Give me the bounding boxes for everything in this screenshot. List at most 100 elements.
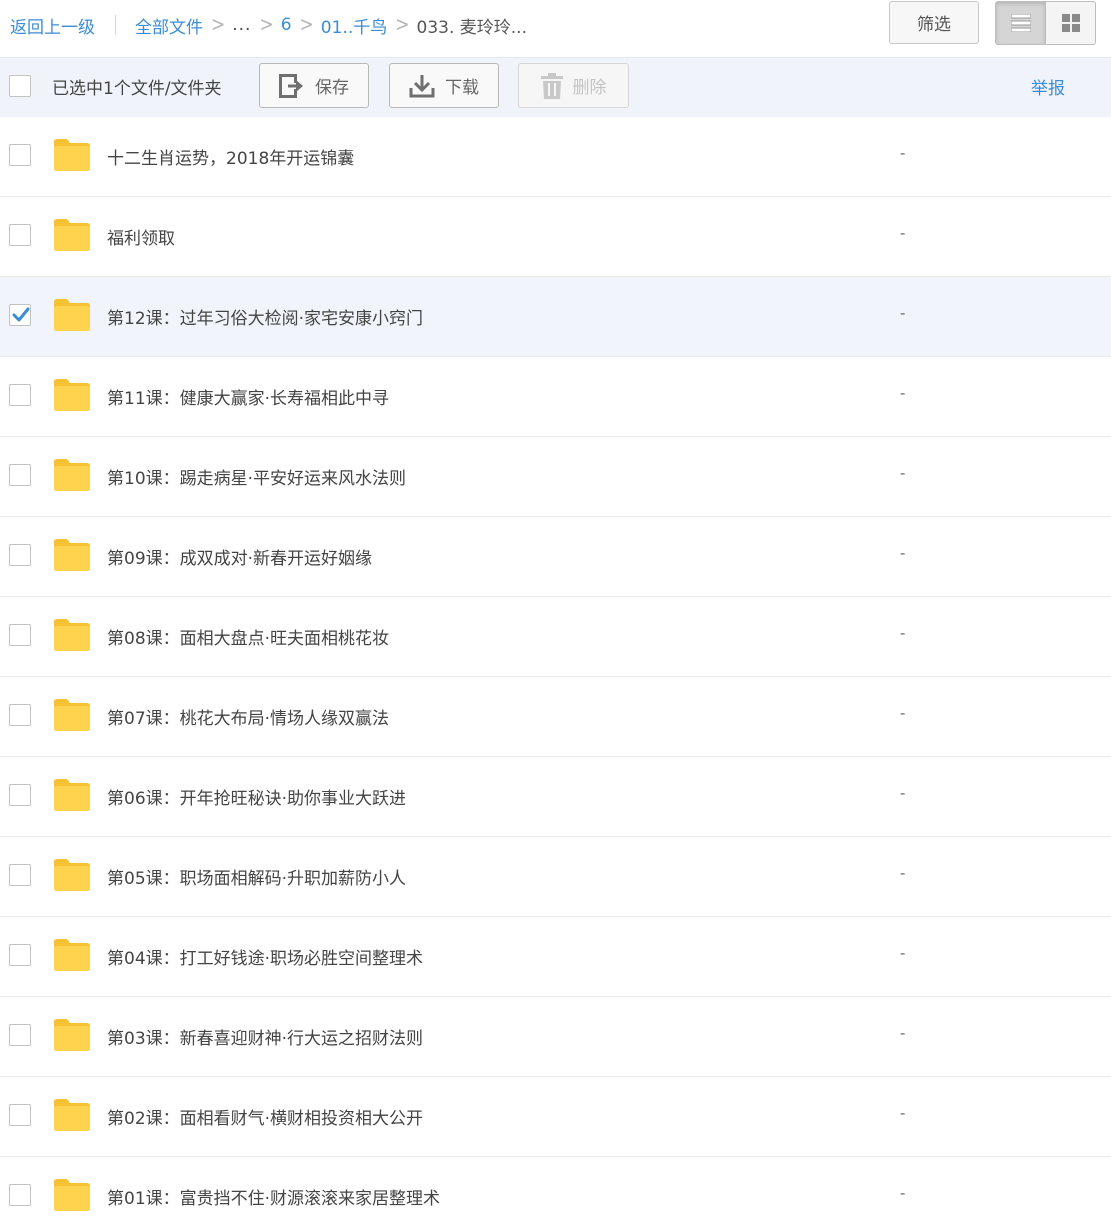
filter-button[interactable]: 筛选 bbox=[889, 1, 979, 44]
chevron-right-icon: > bbox=[395, 13, 410, 37]
delete-label: 删除 bbox=[572, 78, 607, 98]
trash-icon bbox=[540, 72, 563, 99]
breadcrumb-divider bbox=[115, 15, 116, 35]
row-checkbox[interactable] bbox=[9, 544, 31, 566]
row-checkbox[interactable] bbox=[9, 1024, 31, 1046]
list-view-button[interactable] bbox=[996, 2, 1046, 44]
row-checkbox[interactable] bbox=[9, 864, 31, 886]
back-link[interactable]: 返回上一级 bbox=[10, 13, 95, 38]
row-checkbox[interactable] bbox=[9, 144, 31, 166]
chevron-right-icon: > bbox=[299, 13, 314, 37]
folder-icon bbox=[54, 619, 90, 651]
chevron-right-icon: > bbox=[211, 13, 226, 37]
breadcrumb-current: 033. 麦玲玲... bbox=[416, 17, 527, 38]
file-name[interactable]: 第11课：健康大赢家·长寿福相此中寻 bbox=[107, 384, 389, 409]
row-checkbox[interactable] bbox=[9, 704, 31, 726]
file-name[interactable]: 第10课：踢走病星·平安好运来风水法则 bbox=[107, 464, 406, 489]
file-row[interactable]: 第11课：健康大赢家·长寿福相此中寻 - bbox=[0, 357, 1111, 437]
breadcrumb-bar: 返回上一级 全部文件 > ... > 6 > 01..千鸟 > 033. 麦玲玲… bbox=[0, 0, 1111, 57]
file-row[interactable]: 第08课：面相大盘点·旺夫面相桃花妆 - bbox=[0, 597, 1111, 677]
file-size: - bbox=[900, 544, 906, 562]
file-row[interactable]: 第10课：踢走病星·平安好运来风水法则 - bbox=[0, 437, 1111, 517]
row-checkbox[interactable] bbox=[9, 464, 31, 486]
folder-icon bbox=[54, 779, 90, 811]
row-checkbox[interactable] bbox=[9, 1104, 31, 1126]
file-name[interactable]: 第07课：桃花大布局·情场人缘双赢法 bbox=[107, 704, 389, 729]
file-row[interactable]: 第03课：新春喜迎财神·行大运之招财法则 - bbox=[0, 997, 1111, 1077]
save-label: 保存 bbox=[315, 78, 349, 98]
file-row[interactable]: 第09课：成双成对·新春开运好姻缘 - bbox=[0, 517, 1111, 597]
file-name[interactable]: 十二生肖运势，2018年开运锦囊 bbox=[107, 144, 354, 169]
save-icon bbox=[279, 73, 303, 98]
download-button[interactable]: 下载 bbox=[389, 63, 499, 108]
file-name[interactable]: 第01课：富贵挡不住·财源滚滚来家居整理术 bbox=[107, 1184, 440, 1209]
row-checkbox[interactable] bbox=[9, 224, 31, 246]
file-size: - bbox=[900, 224, 906, 242]
file-row[interactable]: 第12课：过年习俗大检阅·家宅安康小窍门 - bbox=[0, 277, 1111, 357]
file-size: - bbox=[900, 1104, 906, 1122]
file-name[interactable]: 第09课：成双成对·新春开运好姻缘 bbox=[107, 544, 372, 569]
file-row[interactable]: 第06课：开年抢旺秘诀·助你事业大跃进 - bbox=[0, 757, 1111, 837]
select-all-checkbox[interactable] bbox=[9, 75, 31, 97]
folder-icon bbox=[54, 539, 90, 571]
file-name[interactable]: 第04课：打工好钱途·职场必胜空间整理术 bbox=[107, 944, 423, 969]
file-size: - bbox=[900, 384, 906, 402]
folder-icon bbox=[54, 1099, 90, 1131]
save-button[interactable]: 保存 bbox=[259, 63, 369, 108]
file-size: - bbox=[900, 784, 906, 802]
file-row[interactable]: 第04课：打工好钱途·职场必胜空间整理术 - bbox=[0, 917, 1111, 997]
list-view-icon bbox=[1010, 14, 1031, 32]
file-row[interactable]: 第02课：面相看财气·横财相投资相大公开 - bbox=[0, 1077, 1111, 1157]
file-size: - bbox=[900, 944, 906, 962]
breadcrumb-ellipsis[interactable]: ... bbox=[232, 15, 251, 35]
file-row[interactable]: 第05课：职场面相解码·升职加薪防小人 - bbox=[0, 837, 1111, 917]
folder-icon bbox=[54, 379, 90, 411]
action-toolbar: 已选中1个文件/文件夹 保存 下载 删除 举报 bbox=[0, 57, 1111, 117]
file-list: 十二生肖运势，2018年开运锦囊 - 福利领取 - 第12课：过年习俗大检阅·家宅安康小… bbox=[0, 117, 1111, 1216]
breadcrumb-all-files[interactable]: 全部文件 bbox=[135, 13, 203, 38]
report-link[interactable]: 举报 bbox=[1031, 74, 1065, 99]
folder-icon bbox=[54, 299, 90, 331]
file-row[interactable]: 十二生肖运势，2018年开运锦囊 - bbox=[0, 117, 1111, 197]
file-name[interactable]: 第02课：面相看财气·横财相投资相大公开 bbox=[107, 1104, 423, 1129]
breadcrumb-item[interactable]: 01..千鸟 bbox=[321, 13, 387, 38]
view-toggle bbox=[995, 1, 1096, 45]
row-checkbox[interactable] bbox=[9, 784, 31, 806]
file-size: - bbox=[900, 704, 906, 722]
file-name[interactable]: 第05课：职场面相解码·升职加薪防小人 bbox=[107, 864, 406, 889]
file-size: - bbox=[900, 144, 906, 162]
checkmark-icon bbox=[12, 307, 30, 322]
row-checkbox[interactable] bbox=[9, 384, 31, 406]
file-size: - bbox=[900, 464, 906, 482]
breadcrumb-item[interactable]: 6 bbox=[281, 15, 292, 35]
delete-button[interactable]: 删除 bbox=[518, 63, 629, 108]
file-row[interactable]: 福利领取 - bbox=[0, 197, 1111, 277]
breadcrumb: 返回上一级 全部文件 > ... > 6 > 01..千鸟 > 033. 麦玲玲… bbox=[10, 12, 527, 38]
file-name[interactable]: 福利领取 bbox=[107, 224, 175, 249]
file-name[interactable]: 第06课：开年抢旺秘诀·助你事业大跃进 bbox=[107, 784, 406, 809]
chevron-right-icon: > bbox=[259, 13, 274, 37]
selected-count-text: 已选中1个文件/文件夹 bbox=[52, 79, 222, 99]
folder-icon bbox=[54, 1019, 90, 1051]
file-size: - bbox=[900, 864, 906, 882]
row-checkbox[interactable] bbox=[9, 304, 31, 326]
grid-view-button[interactable] bbox=[1046, 2, 1095, 44]
folder-icon bbox=[54, 859, 90, 891]
file-name[interactable]: 第03课：新春喜迎财神·行大运之招财法则 bbox=[107, 1024, 423, 1049]
file-row[interactable]: 第01课：富贵挡不住·财源滚滚来家居整理术 - bbox=[0, 1157, 1111, 1216]
row-checkbox[interactable] bbox=[9, 944, 31, 966]
folder-icon bbox=[54, 459, 90, 491]
row-checkbox[interactable] bbox=[9, 1184, 31, 1206]
row-checkbox[interactable] bbox=[9, 624, 31, 646]
folder-icon bbox=[54, 699, 90, 731]
folder-icon bbox=[54, 219, 90, 251]
file-size: - bbox=[900, 1024, 906, 1042]
file-name[interactable]: 第08课：面相大盘点·旺夫面相桃花妆 bbox=[107, 624, 389, 649]
folder-icon bbox=[54, 139, 90, 171]
file-size: - bbox=[900, 1184, 906, 1202]
grid-view-icon bbox=[1061, 14, 1080, 32]
file-row[interactable]: 第07课：桃花大布局·情场人缘双赢法 - bbox=[0, 677, 1111, 757]
file-name[interactable]: 第12课：过年习俗大检阅·家宅安康小窍门 bbox=[107, 304, 423, 329]
file-size: - bbox=[900, 624, 906, 642]
download-icon bbox=[409, 74, 435, 97]
